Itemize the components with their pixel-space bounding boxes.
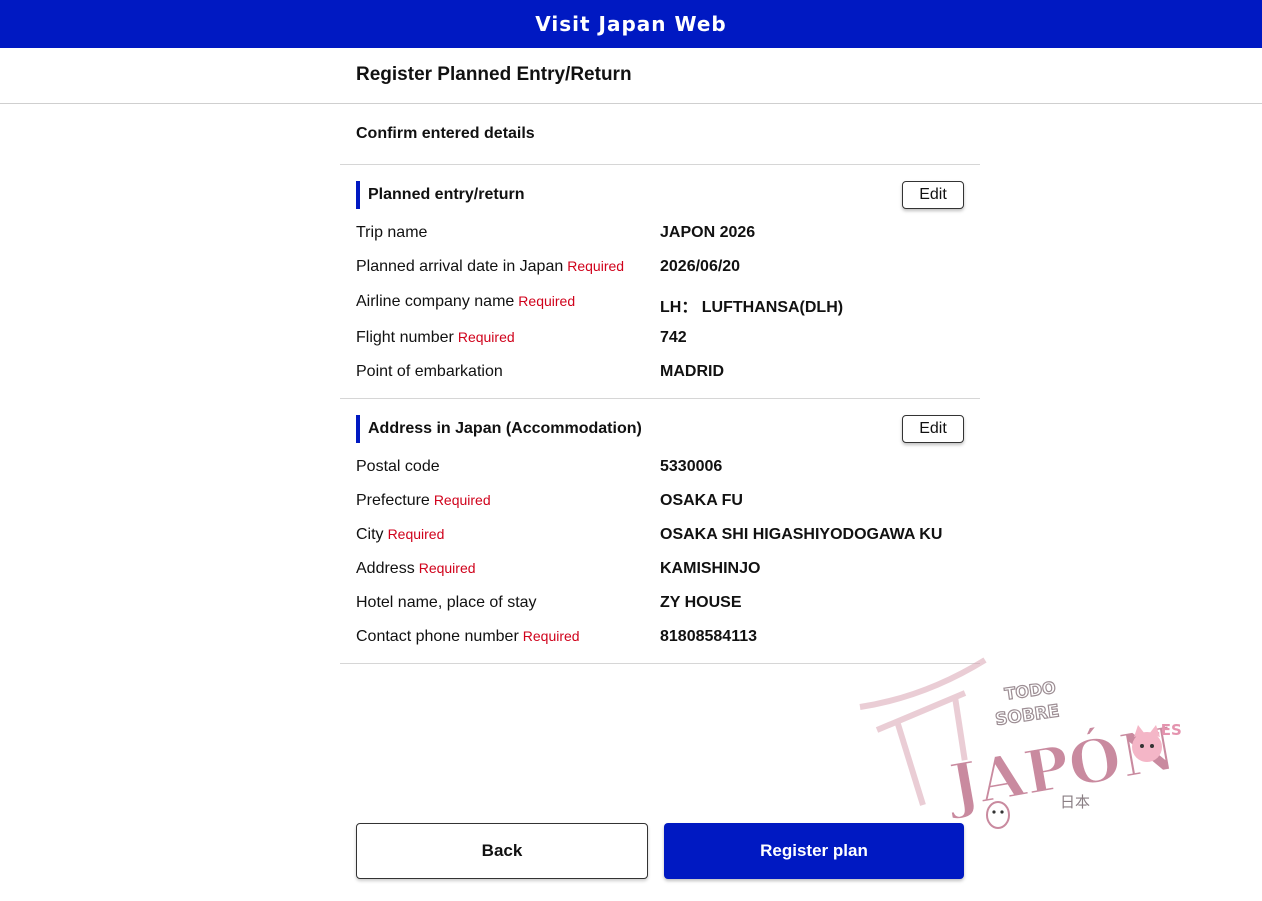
svg-text:日本: 日本 [1060,793,1090,811]
detail-value: MADRID [660,363,724,380]
required-badge: Required [567,258,625,274]
detail-label: Prefecture Required [356,492,491,509]
detail-row-arrival-date: Planned arrival date in Japan Required 20… [356,256,976,278]
detail-label: Point of embarkation [356,363,503,380]
detail-value: 2026/06/20 [660,258,741,275]
detail-label: Postal code [356,458,440,475]
detail-label: Flight number Required [356,329,515,346]
site-title: Visit Japan Web [535,12,727,36]
detail-row-trip-name: Trip name JAPON 2026 [356,222,976,244]
detail-row-city: City Required OSAKA SHI HIGASHIYODOGAWA K… [356,524,976,546]
svg-text:TODO: TODO [1003,678,1057,704]
svg-text:SOBRE: SOBRE [994,701,1061,730]
detail-label: Airline company name Required [356,293,576,310]
detail-value: ZY HOUSE [660,594,742,611]
site-header: Visit Japan Web [0,0,1262,48]
detail-label: Hotel name, place of stay [356,594,537,611]
torii-gate-icon [859,657,987,806]
back-button[interactable]: Back [356,823,648,879]
required-badge: Required [418,560,476,576]
detail-row-hotel-name: Hotel name, place of stay ZY HOUSE [356,592,976,614]
required-badge: Required [522,628,580,644]
detail-row-embarkation: Point of embarkation MADRID [356,361,976,383]
page-header: Register Planned Entry/Return [0,48,1262,104]
detail-value: 742 [660,329,687,346]
confirm-subheading: Confirm entered details [356,125,535,142]
detail-value: 81808584113 [660,628,757,645]
detail-row-postal-code: Postal code 5330006 [356,456,976,478]
section-title-address: Address in Japan (Accommodation) [356,415,642,443]
detail-label: Contact phone number Required [356,628,580,645]
register-plan-button[interactable]: Register plan [664,823,964,879]
edit-planned-entry-button[interactable]: Edit [902,181,964,209]
detail-label: City Required [356,526,445,543]
page-title: Register Planned Entry/Return [356,64,632,85]
detail-value: LH： LUFTHANSA(DLH) [660,299,844,316]
detail-row-airline: Airline company name Required LH： LUFTHAN… [356,291,976,316]
detail-row-flight-number: Flight number Required 742 [356,327,976,349]
edit-address-button[interactable]: Edit [902,415,964,443]
detail-value: 5330006 [660,458,723,475]
daruma-icon [986,801,1010,829]
detail-value: OSAKA FU [660,492,743,509]
detail-value: JAPON 2026 [660,224,756,241]
detail-label: Address Required [356,560,476,577]
detail-row-prefecture: Prefecture Required OSAKA FU [356,490,976,512]
divider [340,164,980,165]
required-badge: Required [433,492,491,508]
divider [340,663,980,664]
detail-value: KAMISHINJO [660,560,761,577]
todo-sobre-japon-watermark: TODO SOBRE JAPÓN 日本 .ES [859,657,1182,829]
required-badge: Required [518,293,576,309]
divider [340,398,980,399]
detail-label: Trip name [356,224,428,241]
detail-row-phone: Contact phone number Required 81808584113 [356,626,976,648]
shiba-dog-icon [1132,725,1162,762]
detail-row-address: Address Required KAMISHINJO [356,558,976,580]
detail-label: Planned arrival date in Japan Required [356,258,625,275]
svg-text:JAPÓN: JAPÓN [940,713,1181,823]
section-title-planned-entry: Planned entry/return [356,181,524,209]
required-badge: Required [387,526,445,542]
detail-value: OSAKA SHI HIGASHIYODOGAWA KU [660,526,943,543]
svg-text:.ES: .ES [1155,721,1182,739]
required-badge: Required [457,329,515,345]
